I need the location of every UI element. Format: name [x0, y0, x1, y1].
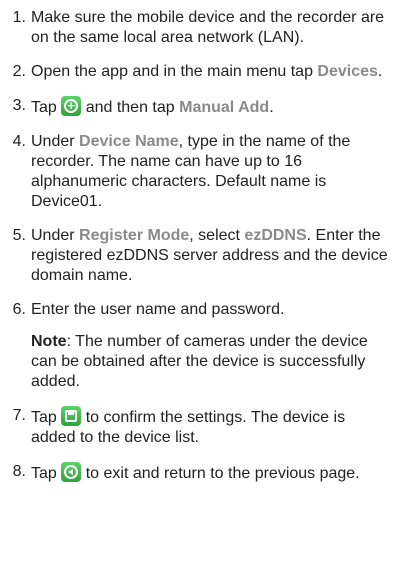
step-text: Tap to exit and return to the previous p… — [31, 462, 388, 484]
step-7: 7. Tap to confirm the settings. The devi… — [4, 406, 388, 448]
step-text-part: . — [377, 63, 383, 80]
step-text: Tap and then tap Manual Add. — [31, 96, 388, 118]
step-3: 3. Tap and then tap Manual Add. — [4, 96, 388, 118]
instructions-document: 1. Make sure the mobile device and the r… — [0, 0, 400, 484]
step-text-part: to exit and return to the previous page. — [81, 465, 360, 482]
step-text-part: Tap — [31, 99, 62, 116]
step-5: 5. Under Register Mode, select ezDDNS. E… — [4, 226, 388, 286]
step-number: 4. — [12, 133, 26, 150]
step-6: 6. Enter the user name and password. — [4, 300, 388, 320]
step-text-part: Tap — [31, 409, 62, 426]
step-text: Open the app and in the main menu tap De… — [31, 62, 388, 82]
add-circle-icon — [61, 96, 82, 116]
back-icon — [61, 462, 82, 482]
step-number: 3. — [12, 97, 26, 114]
step-text-part: Tap — [31, 465, 62, 482]
step-text-part: Open the app and in the main menu tap — [31, 63, 318, 80]
step-text-part: Under — [31, 227, 80, 244]
ui-term-device-name: Device Name — [79, 133, 179, 150]
step-text: Enter the user name and password. — [31, 301, 285, 318]
step-number: 6. — [12, 301, 26, 318]
step-text: Tap to confirm the settings. The device … — [31, 406, 388, 448]
step-number: 1. — [12, 9, 26, 26]
step-8: 8. Tap to exit and return to the previou… — [4, 462, 388, 484]
step-number: 8. — [12, 463, 26, 480]
ui-term-manual-add: Manual Add — [179, 99, 270, 116]
note-text: : The number of cameras under the device… — [31, 333, 368, 390]
step-text-part: . — [269, 99, 274, 116]
step-text-part: Under — [31, 133, 80, 150]
step-text: Under Register Mode, select ezDDNS. Ente… — [31, 226, 388, 286]
ui-term-register-mode: Register Mode — [79, 227, 190, 244]
step-1: 1. Make sure the mobile device and the r… — [4, 8, 388, 48]
step-number: 2. — [12, 63, 26, 80]
step-text: Make sure the mobile device and the reco… — [31, 9, 385, 46]
step-number: 7. — [12, 407, 26, 424]
ui-term-devices: Devices — [317, 63, 378, 80]
note-label: Note — [31, 333, 67, 350]
note-block: Note: The number of cameras under the de… — [31, 332, 388, 392]
step-number: 5. — [12, 227, 26, 244]
step-text-part: , select — [189, 227, 245, 244]
step-4: 4. Under Device Name, type in the name o… — [4, 132, 388, 212]
ui-term-ezddns: ezDDNS — [244, 227, 307, 244]
step-2: 2. Open the app and in the main menu tap… — [4, 62, 388, 82]
save-icon — [61, 406, 82, 426]
step-text: Under Device Name, type in the name of t… — [31, 132, 388, 212]
step-text-part: and then tap — [81, 99, 180, 116]
